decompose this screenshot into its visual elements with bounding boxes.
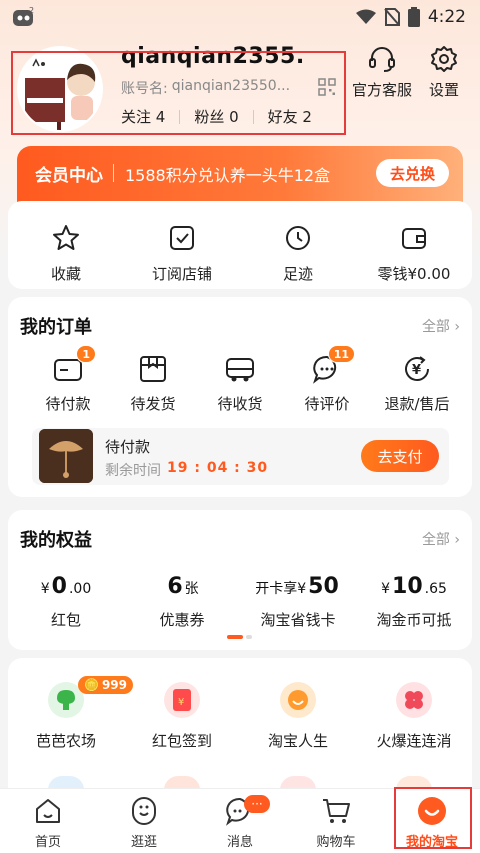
nav-explore[interactable]: 逛逛 (96, 795, 192, 850)
orders-title: 我的订单 (20, 317, 92, 338)
nav-home[interactable]: 首页 (0, 795, 96, 850)
gear-icon (431, 46, 457, 72)
right-label: 红包 (50, 611, 81, 629)
package-icon (140, 356, 166, 382)
order-pending-shipment[interactable]: 待发货 (108, 353, 198, 414)
red-packet-icon: ¥ (164, 682, 200, 718)
svg-text:¥: ¥ (412, 363, 421, 378)
status-time: 4:22 (427, 7, 466, 27)
rights-title: 我的权益 (20, 530, 92, 551)
taobao-notification-icon: 2 (13, 6, 34, 26)
quick-links-card: 收藏 订阅店铺 足迹 零钱¥0.00 (8, 201, 472, 289)
wifi-icon (355, 9, 376, 24)
app-label: 火爆连连消 (376, 732, 452, 750)
app-label: 红包签到 (151, 732, 212, 750)
svg-text:2: 2 (29, 6, 34, 15)
customer-service-label: 官方客服 (352, 81, 413, 99)
order-badge: 11 (327, 345, 355, 363)
explore-icon (132, 797, 156, 825)
order-pending-review[interactable]: 11 待评价 (282, 345, 372, 414)
app-baba-farm[interactable]: 🪙 999 芭芭农场 (8, 676, 134, 751)
pending-timer: 剩余时间 19 : 04 : 30 (105, 460, 268, 480)
nav-label: 首页 (34, 835, 61, 850)
profile-highlight-box (11, 51, 346, 135)
subscribed-shops-link[interactable]: 订阅店铺 (132, 223, 232, 284)
rights-view-all[interactable]: 全部 › (422, 529, 460, 549)
orders-view-all[interactable]: 全部 › (422, 316, 460, 336)
settings-button[interactable]: 设置 (429, 44, 459, 100)
pay-button[interactable]: 去支付 (361, 440, 439, 472)
right-label: 淘金币可抵 (376, 611, 452, 629)
app-label: 芭芭农场 (35, 732, 96, 750)
star-icon (53, 225, 79, 250)
order-pending-receipt[interactable]: 待收货 (195, 353, 285, 414)
settings-label: 设置 (429, 81, 460, 99)
truck-icon (226, 358, 254, 382)
app-red-packet-signin[interactable]: ¥ 红包签到 (124, 682, 240, 751)
coupon-right[interactable]: 6张 优惠券 (124, 574, 240, 630)
home-icon (36, 799, 60, 823)
wallet-link[interactable]: 零钱¥0.00 (364, 223, 464, 284)
nav-label: 购物车 (316, 835, 356, 850)
nav-label: 消息 (226, 835, 253, 850)
red-packet-right[interactable]: ¥0.00 红包 (8, 574, 124, 630)
app-match-game[interactable]: 火爆连连消 (356, 682, 472, 751)
status-indicators: 4:22 (355, 6, 466, 28)
member-center-title: 会员中心 (35, 166, 103, 186)
message-badge: ··· (244, 795, 270, 813)
my-rights-card: 我的权益 全部 › ¥0.00 红包 6张 优惠券 开卡享¥ 50 淘宝省钱卡 ¥… (8, 510, 472, 650)
cart-icon (323, 799, 350, 823)
page-indicator (227, 635, 252, 639)
favorites-link[interactable]: 收藏 (16, 223, 116, 284)
my-orders-card: 我的订单 全部 › 1 待付款 待发货 待收货 11 待评价 ¥ 退款/售后 待… (8, 297, 472, 497)
member-center-banner[interactable]: 会员中心 1588积分兑认养一头牛12盒 去兑换 (17, 146, 463, 202)
taobao-life-icon (280, 682, 316, 718)
timer-label: 剩余时间 (105, 463, 161, 479)
wallet-icon (402, 228, 426, 249)
checkbox-icon (170, 226, 194, 250)
svg-text:¥: ¥ (178, 697, 184, 708)
refund-icon: ¥ (405, 356, 429, 381)
headset-icon (369, 47, 395, 72)
nav-highlight-box (394, 787, 472, 849)
member-promo-text: 1588积分兑认养一头牛12盒 (125, 166, 331, 185)
status-bar: 2 4:22 (0, 0, 480, 34)
app-taobao-life[interactable]: 淘宝人生 (240, 682, 356, 751)
order-badge: 1 (76, 345, 96, 363)
right-label: 优惠券 (159, 611, 205, 629)
customer-service-button[interactable]: 官方客服 (352, 44, 412, 100)
order-label: 待付款 (45, 395, 91, 413)
nav-messages[interactable]: ··· 消息 (192, 795, 288, 850)
divider (113, 164, 114, 182)
pending-payment-title: 待付款 (105, 438, 151, 456)
app-label: 淘宝人生 (267, 732, 328, 750)
history-link[interactable]: 足迹 (248, 223, 348, 284)
savings-card-right[interactable]: 开卡享¥ 50 淘宝省钱卡 (240, 574, 356, 630)
favorites-label: 收藏 (50, 265, 81, 283)
order-label: 待评价 (304, 395, 350, 413)
history-label: 足迹 (282, 265, 313, 283)
right-label: 淘宝省钱卡 (260, 611, 336, 629)
order-label: 待发货 (130, 395, 176, 413)
clock-icon (286, 226, 310, 250)
order-label: 待收货 (217, 395, 263, 413)
battery-icon (407, 7, 420, 27)
order-pending-payment[interactable]: 1 待付款 (23, 345, 113, 414)
redeem-button[interactable]: 去兑换 (376, 159, 449, 187)
product-thumbnail (39, 429, 93, 483)
nav-label: 逛逛 (130, 835, 157, 850)
pending-payment-strip[interactable]: 待付款 剩余时间 19 : 04 : 30 去支付 (32, 428, 449, 485)
timer-value: 19 : 04 : 30 (167, 460, 269, 476)
subscribed-shops-label: 订阅店铺 (151, 265, 212, 283)
order-refund[interactable]: ¥ 退款/售后 (372, 353, 462, 414)
match-game-icon (396, 682, 432, 718)
gold-coin-right[interactable]: ¥10.65 淘金币可抵 (356, 574, 472, 630)
nav-cart[interactable]: 购物车 (288, 795, 384, 850)
order-label: 退款/售后 (384, 395, 450, 413)
wallet-label: 零钱¥0.00 (377, 265, 451, 283)
no-sim-icon (384, 8, 400, 26)
